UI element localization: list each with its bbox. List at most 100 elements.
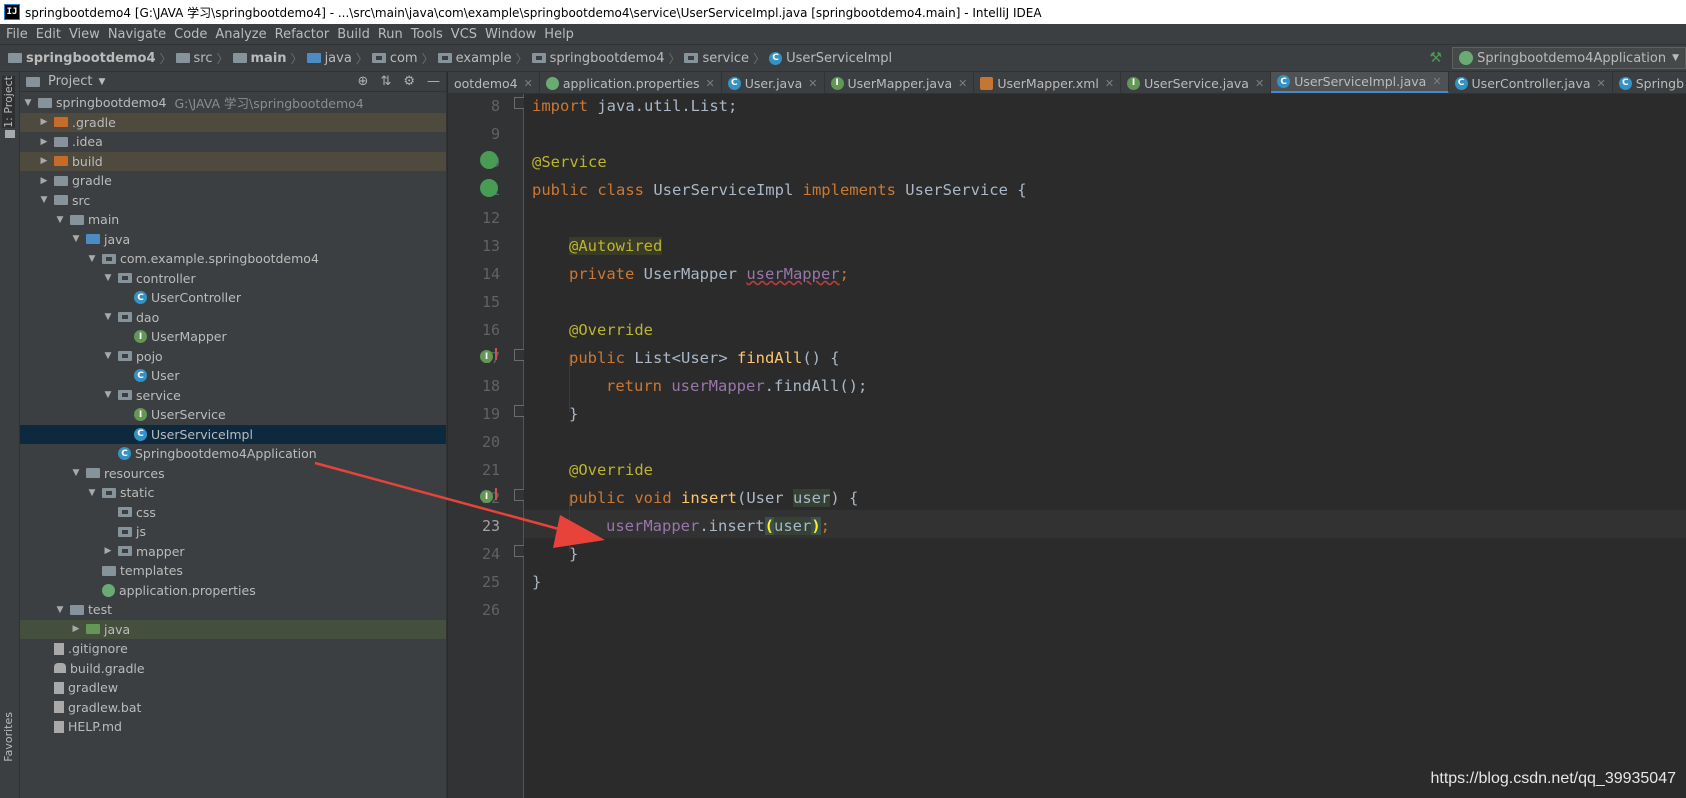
editor-gutter[interactable]: 8 9 10 11 12 13 14 15 16 17 18 19 20 21 … [448,94,525,798]
tree-item-controller[interactable]: ▼ controller [20,269,446,289]
close-icon[interactable]: ✕ [808,77,817,90]
tab-usermapper-java[interactable]: I UserMapper.java ✕ [825,72,975,93]
run-configuration-select[interactable]: Springbootdemo4Application ▼ [1452,47,1686,69]
breadcrumb-src[interactable]: src [175,51,213,66]
chevron-down-icon[interactable]: ▼ [98,77,105,87]
tree-item-usermapper[interactable]: I UserMapper [20,327,446,347]
tree-item-application-properties[interactable]: application.properties [20,581,446,601]
collapse-all-icon[interactable]: ⇅ [380,74,391,89]
breadcrumb-project[interactable]: springbootdemo4 [8,51,156,66]
close-icon[interactable]: ✕ [1432,75,1441,88]
tree-item-gradle-dir[interactable]: ▶ .gradle [20,112,446,132]
menu-code[interactable]: Code [170,27,211,42]
chevron-down-icon[interactable]: ▼ [102,390,114,400]
tree-item-build-gradle[interactable]: build.gradle [20,659,446,679]
chevron-down-icon[interactable]: ▼ [54,605,66,615]
chevron-right-icon[interactable]: ▶ [38,156,50,166]
chevron-down-icon[interactable]: ▼ [86,488,98,498]
close-icon[interactable]: ✕ [958,77,967,90]
menu-run[interactable]: Run [374,27,407,42]
tree-item-package[interactable]: ▼ com.example.springbootdemo4 [20,249,446,269]
gear-icon[interactable]: ⚙ [403,74,415,89]
menu-build[interactable]: Build [333,27,374,42]
tree-item-java[interactable]: ▼ java [20,230,446,250]
tree-item-service[interactable]: ▼ service [20,386,446,406]
tree-item-js[interactable]: js [20,522,446,542]
tab-user-java[interactable]: C User.java ✕ [722,72,825,93]
spring-bean-icon[interactable] [480,151,498,169]
menu-vcs[interactable]: VCS [447,27,481,42]
breadcrumb-java[interactable]: java [306,51,352,66]
tab-userserviceimpl-java[interactable]: C UserServiceImpl.java ✕ [1271,72,1449,93]
tree-item-css[interactable]: css [20,503,446,523]
tab-usermapper-xml[interactable]: UserMapper.xml ✕ [974,72,1122,93]
project-view-selector[interactable]: Project [48,74,92,89]
tree-item-idea[interactable]: ▶ .idea [20,132,446,152]
breadcrumb-main[interactable]: main [232,51,287,66]
tree-item-gradlew-bat[interactable]: gradlew.bat [20,698,446,718]
tree-item-test[interactable]: ▼ test [20,600,446,620]
project-tool-window-tab[interactable]: 1: Project [2,76,15,128]
menu-edit[interactable]: Edit [32,27,65,42]
tree-item-application-class[interactable]: C Springbootdemo4Application [20,444,446,464]
close-icon[interactable]: ✕ [1255,77,1264,90]
tree-item-static[interactable]: ▼ static [20,483,446,503]
menu-window[interactable]: Window [481,27,540,42]
tree-item-gitignore[interactable]: .gitignore [20,639,446,659]
favorites-tool-window-tab[interactable]: Favorites [2,712,15,762]
tab-usercontroller-java[interactable]: C UserController.java ✕ [1449,72,1613,93]
menu-refactor[interactable]: Refactor [271,27,334,42]
tree-item-main[interactable]: ▼ main [20,210,446,230]
tree-item-gradle[interactable]: ▶ gradle [20,171,446,191]
tree-item-pojo[interactable]: ▼ pojo [20,347,446,367]
spring-bean-icon[interactable] [480,179,498,197]
breadcrumb-userserviceimpl[interactable]: C UserServiceImpl [769,51,892,66]
tree-item-build[interactable]: ▶ build [20,151,446,171]
chevron-down-icon[interactable]: ▼ [54,215,66,225]
close-icon[interactable]: ✕ [524,77,533,90]
tree-item-resources[interactable]: ▼ resources [20,464,446,484]
tree-item-usercontroller[interactable]: C UserController [20,288,446,308]
chevron-right-icon[interactable]: ▶ [38,176,50,186]
tab-springbootdemo4application[interactable]: C Springb [1613,72,1686,93]
tree-item-help-md[interactable]: HELP.md [20,717,446,737]
menu-file[interactable]: File [2,27,32,42]
tree-item-userserviceimpl[interactable]: C UserServiceImpl [20,424,446,444]
chevron-right-icon[interactable]: ▶ [38,137,50,147]
implements-method-icon[interactable]: I [480,350,493,363]
close-icon[interactable]: ✕ [1597,77,1606,90]
tree-item-dao[interactable]: ▼ dao [20,308,446,328]
chevron-right-icon[interactable]: ▶ [38,117,50,127]
chevron-right-icon[interactable]: ▶ [102,546,114,556]
code-editor[interactable]: import java.util.List; @Service public c… [524,94,1686,798]
tree-item-mapper[interactable]: ▶ mapper [20,542,446,562]
implements-method-icon[interactable]: I [480,490,493,503]
menu-help[interactable]: Help [540,27,578,42]
close-icon[interactable]: ✕ [1105,77,1114,90]
chevron-down-icon[interactable]: ▼ [102,351,114,361]
close-icon[interactable]: ✕ [706,77,715,90]
menu-analyze[interactable]: Analyze [211,27,270,42]
tree-item-gradlew[interactable]: gradlew [20,678,446,698]
tree-item-userservice[interactable]: I UserService [20,405,446,425]
tree-item-root[interactable]: ▼ springbootdemo4 G:\JAVA 学习\springbootd… [20,93,446,113]
tree-item-src[interactable]: ▼ src [20,191,446,211]
tree-item-test-java[interactable]: ▶ java [20,619,446,639]
chevron-down-icon[interactable]: ▼ [70,468,82,478]
chevron-down-icon[interactable]: ▼ [102,312,114,322]
tab-userservice-java[interactable]: I UserService.java ✕ [1121,72,1272,93]
build-hammer-icon[interactable]: ⚒ [1430,50,1443,66]
hide-icon[interactable]: — [427,74,440,89]
tree-item-user[interactable]: C User [20,366,446,386]
chevron-down-icon[interactable]: ▼ [102,273,114,283]
breadcrumb-springbootdemo4[interactable]: springbootdemo4 [531,51,664,66]
breadcrumb-service[interactable]: service [684,51,749,66]
menu-view[interactable]: View [65,27,104,42]
breadcrumb-example[interactable]: example [437,51,512,66]
menu-tools[interactable]: Tools [407,27,447,42]
chevron-down-icon[interactable]: ▼ [86,254,98,264]
menu-navigate[interactable]: Navigate [104,27,170,42]
chevron-down-icon[interactable]: ▼ [70,234,82,244]
tab-springbootdemo4[interactable]: ootdemo4 ✕ [448,72,540,93]
tree-item-templates[interactable]: templates [20,561,446,581]
